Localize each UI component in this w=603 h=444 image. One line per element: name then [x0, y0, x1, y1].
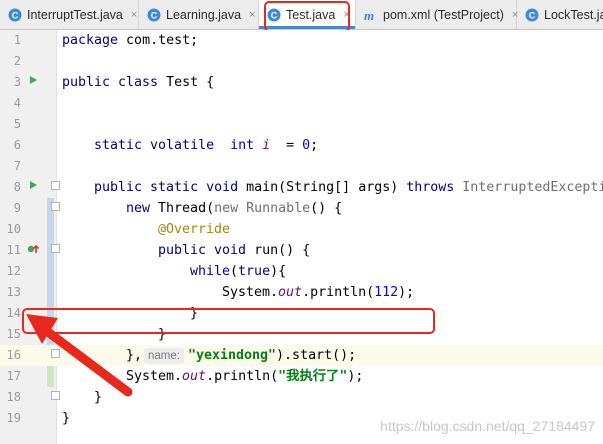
code-line: 4	[0, 93, 603, 114]
tab-pom-xml[interactable]: m pom.xml (TestProject) ×	[356, 0, 518, 29]
tab-learning[interactable]: C Learning.java ×	[139, 0, 259, 29]
svg-text:C: C	[151, 10, 158, 20]
code-line: 10 @Override	[0, 219, 603, 240]
code-line: 3 public class Test {	[0, 72, 603, 93]
code-line: 1 package com.test;	[0, 30, 603, 51]
code-text: public void run() {	[158, 243, 311, 258]
code-text: while(true){	[190, 264, 287, 279]
line-number: 13	[6, 285, 21, 299]
tab-label: Learning.java	[166, 7, 242, 22]
code-text: }	[190, 306, 199, 321]
line-number: 16	[6, 348, 21, 362]
line-number: 17	[6, 369, 21, 383]
tab-label: LockTest.ja	[544, 7, 603, 22]
java-class-icon: C	[147, 8, 161, 21]
code-text: package com.test;	[62, 33, 199, 48]
code-text: new Thread(new Runnable() {	[126, 201, 343, 216]
line-number: 3	[13, 75, 21, 89]
code-line: 16 }, name: "yexindong").start();	[0, 345, 603, 366]
tab-label: pom.xml (TestProject)	[383, 7, 504, 22]
tab-label: Test.java	[286, 7, 336, 22]
code-line: 11 public void run() {	[0, 240, 603, 261]
code-line: 17 System.out.println("我执行了");	[0, 366, 603, 387]
line-number: 12	[6, 264, 21, 278]
code-line: 6 static volatile int i = 0;	[0, 135, 603, 156]
code-text: }	[158, 327, 167, 342]
line-number: 1	[13, 33, 21, 47]
code-text: @Override	[158, 222, 231, 237]
line-number: 18	[6, 390, 21, 404]
parameter-hint: name:	[144, 348, 184, 364]
line-number: 7	[13, 159, 21, 173]
editor-tab-bar: C InterruptTest.java × C Learning.java ×…	[0, 0, 603, 30]
line-number: 15	[6, 327, 21, 341]
line-number: 8	[13, 180, 21, 194]
line-number: 10	[6, 222, 21, 236]
code-text: public static void main(String[] args) t…	[94, 180, 603, 195]
code-text: System.out.println("我执行了");	[126, 369, 364, 384]
line-number: 4	[13, 96, 21, 110]
code-text: }	[94, 390, 103, 405]
code-editor[interactable]: 1 package com.test; 2 3 public class Tes…	[0, 30, 603, 444]
code-line: 7	[0, 156, 603, 177]
code-text: }	[62, 411, 71, 426]
svg-text:C: C	[529, 10, 536, 20]
code-line: 15 }	[0, 324, 603, 345]
java-class-icon: C	[525, 8, 539, 21]
code-text: }, name: "yexindong").start();	[126, 348, 357, 364]
tab-label: InterruptTest.java	[27, 7, 123, 22]
tab-test-active[interactable]: C Test.java ×	[259, 0, 356, 29]
tab-interrupttest[interactable]: C InterruptTest.java ×	[0, 0, 139, 29]
maven-icon: m	[364, 8, 374, 22]
code-line: 2	[0, 51, 603, 72]
code-line: 5	[0, 114, 603, 135]
line-number: 2	[13, 54, 21, 68]
watermark: https://blog.csdn.net/qq_27184497	[380, 418, 595, 434]
code-text: static volatile int i = 0;	[94, 138, 319, 153]
line-number: 14	[6, 306, 21, 320]
svg-text:C: C	[12, 10, 19, 20]
code-line: 9 new Thread(new Runnable() {	[0, 198, 603, 219]
code-line: 12 while(true){	[0, 261, 603, 282]
code-line: 13 System.out.println(112);	[0, 282, 603, 303]
line-number: 5	[13, 117, 21, 131]
line-number: 19	[6, 411, 21, 425]
line-number: 6	[13, 138, 21, 152]
java-class-icon: C	[267, 8, 281, 21]
code-text: System.out.println(112);	[222, 285, 415, 300]
close-icon[interactable]: ×	[343, 9, 349, 21]
svg-text:C: C	[271, 10, 278, 20]
close-icon[interactable]: ×	[249, 9, 255, 21]
svg-text:m: m	[364, 8, 374, 22]
code-text: public class Test {	[62, 75, 215, 90]
line-number: 11	[6, 243, 21, 257]
code-line: 18 }	[0, 387, 603, 408]
code-line: 8 public static void main(String[] args)…	[0, 177, 603, 198]
java-class-icon: C	[8, 8, 22, 21]
tab-locktest[interactable]: C LockTest.ja	[517, 0, 603, 29]
line-number: 9	[13, 201, 21, 215]
code-line: 14 }	[0, 303, 603, 324]
close-icon[interactable]: ×	[131, 9, 137, 21]
